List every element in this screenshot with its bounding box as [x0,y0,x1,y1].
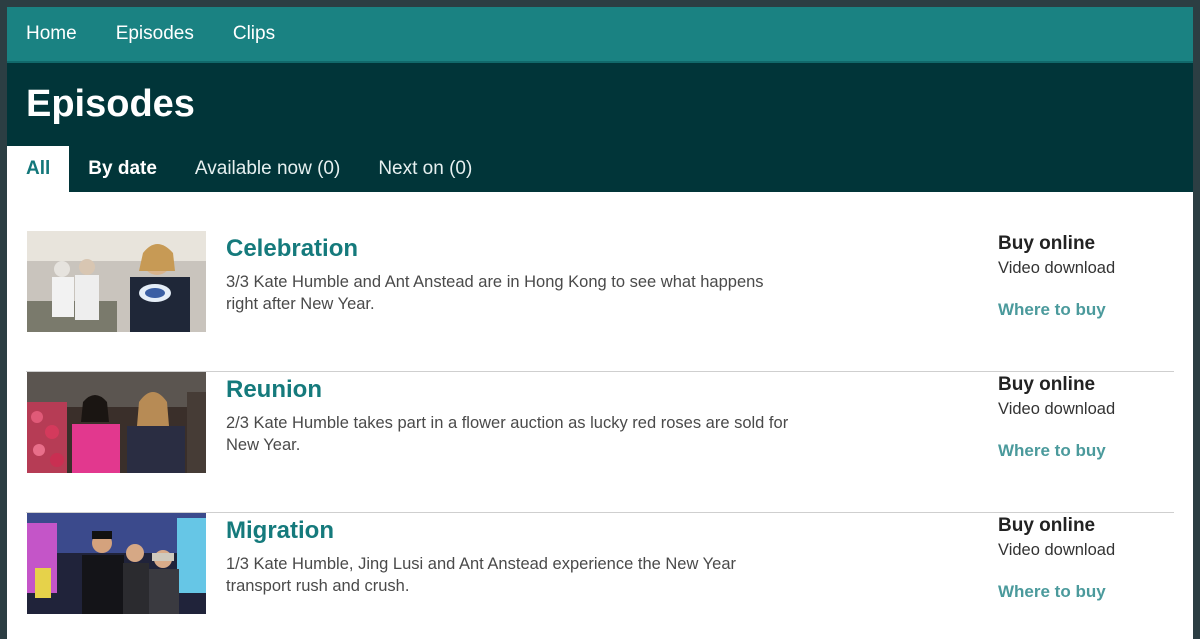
buy-panel: Buy online Video download Where to buy [998,374,1174,461]
episode-list: Celebration 3/3 Kate Humble and Ant Anst… [26,231,1174,639]
buy-panel: Buy online Video download Where to buy [998,515,1174,602]
episode-title-link[interactable]: Migration [226,517,334,545]
buy-online-label: Buy online [998,515,1096,536]
episode-item: Migration 1/3 Kate Humble, Jing Lusi and… [26,513,1174,639]
buy-online-label: Buy online [998,374,1096,395]
episode-description: 3/3 Kate Humble and Ant Anstead are in H… [226,273,764,313]
episode-title-link[interactable]: Reunion [226,376,322,404]
episode-thumbnail[interactable] [27,231,206,332]
episode-description: 1/3 Kate Humble, Jing Lusi and Ant Anste… [226,555,737,595]
episode-item: Celebration 3/3 Kate Humble and Ant Anst… [26,231,1174,372]
video-download-label: Video download [998,400,1116,418]
episode-description: 2/3 Kate Humble takes part in a flower a… [226,414,789,454]
where-to-buy-link[interactable]: Where to buy [998,300,1174,320]
where-to-buy-link[interactable]: Where to buy [998,441,1174,461]
page-frame: Home Episodes Clips Episodes All By date… [7,7,1193,639]
episode-thumbnail[interactable] [27,372,206,473]
video-download-label: Video download [998,259,1116,277]
nav-clips-link[interactable]: Clips [233,23,275,45]
tab-by-date[interactable]: By date [69,146,176,192]
tab-available-now[interactable]: Available now (0) [176,146,359,192]
episode-thumbnail[interactable] [27,513,206,614]
nav-home-link[interactable]: Home [26,23,77,45]
video-download-label: Video download [998,541,1116,559]
tab-all[interactable]: All [7,146,70,192]
page-title: Episodes [26,83,195,125]
nav-episodes-link[interactable]: Episodes [116,23,194,45]
episode-title-link[interactable]: Celebration [226,235,358,263]
page-header: Episodes All By date Available now (0) N… [7,63,1193,192]
tab-bar: All By date Available now (0) Next on (0… [7,146,491,192]
buy-panel: Buy online Video download Where to buy [998,233,1174,320]
tab-next-on[interactable]: Next on (0) [359,146,491,192]
top-nav: Home Episodes Clips [7,7,1193,63]
buy-online-label: Buy online [998,233,1096,254]
where-to-buy-link[interactable]: Where to buy [998,582,1174,602]
episode-item: Reunion 2/3 Kate Humble takes part in a … [26,372,1174,513]
